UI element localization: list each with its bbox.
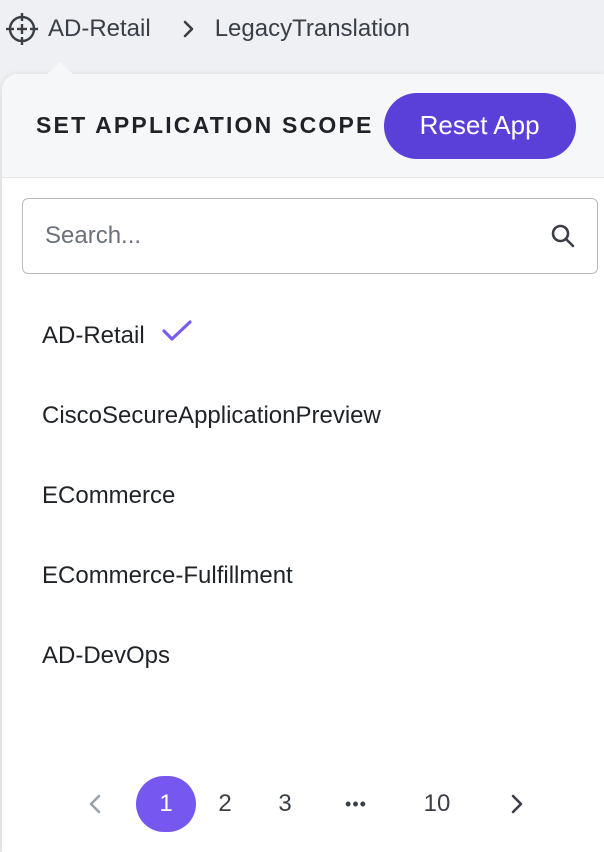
search-icon[interactable]: [549, 222, 577, 250]
breadcrumb-current[interactable]: LegacyTranslation: [215, 15, 410, 43]
search-input[interactable]: [43, 221, 549, 251]
chevron-right-icon[interactable]: [502, 776, 532, 832]
chevron-left-icon[interactable]: [80, 776, 110, 832]
panel-header: SET APPLICATION SCOPE Reset App: [2, 74, 604, 178]
panel-caret: [46, 62, 74, 75]
chevron-right-icon: [177, 17, 201, 41]
page-1-button[interactable]: 1: [136, 776, 196, 832]
pagination: 1 2 3 ••• 10: [2, 776, 604, 832]
pagination-ellipsis[interactable]: •••: [334, 776, 378, 832]
crosshair-icon[interactable]: [4, 11, 40, 47]
breadcrumb-root[interactable]: AD-Retail: [48, 15, 151, 43]
panel-title: SET APPLICATION SCOPE: [36, 112, 374, 138]
application-item-ciscosecureapplicationpreview[interactable]: CiscoSecureApplicationPreview: [2, 376, 604, 456]
application-name: ECommerce: [42, 482, 176, 509]
application-item-ad-devops[interactable]: AD-DevOps: [2, 616, 604, 696]
application-item-ad-retail[interactable]: AD-Retail: [2, 296, 604, 376]
reset-app-button[interactable]: Reset App: [383, 92, 576, 159]
application-name: CiscoSecureApplicationPreview: [42, 402, 381, 429]
search-box[interactable]: [22, 198, 598, 274]
page-10-button[interactable]: 10: [414, 776, 460, 832]
check-icon: [161, 318, 193, 344]
breadcrumb: AD-Retail LegacyTranslation: [0, 0, 604, 62]
page-3-button[interactable]: 3: [268, 776, 302, 832]
application-name: AD-Retail: [42, 322, 145, 349]
application-list: AD-Retail CiscoSecureApplicationPreview …: [2, 296, 604, 696]
application-item-ecommerce[interactable]: ECommerce: [2, 456, 604, 536]
page-2-button[interactable]: 2: [208, 776, 242, 832]
application-name: AD-DevOps: [42, 642, 171, 669]
application-name: ECommerce-Fulfillment: [42, 562, 293, 589]
application-item-ecommerce-fulfillment[interactable]: ECommerce-Fulfillment: [2, 536, 604, 616]
application-scope-panel: SET APPLICATION SCOPE Reset App AD-Retai…: [2, 62, 604, 852]
